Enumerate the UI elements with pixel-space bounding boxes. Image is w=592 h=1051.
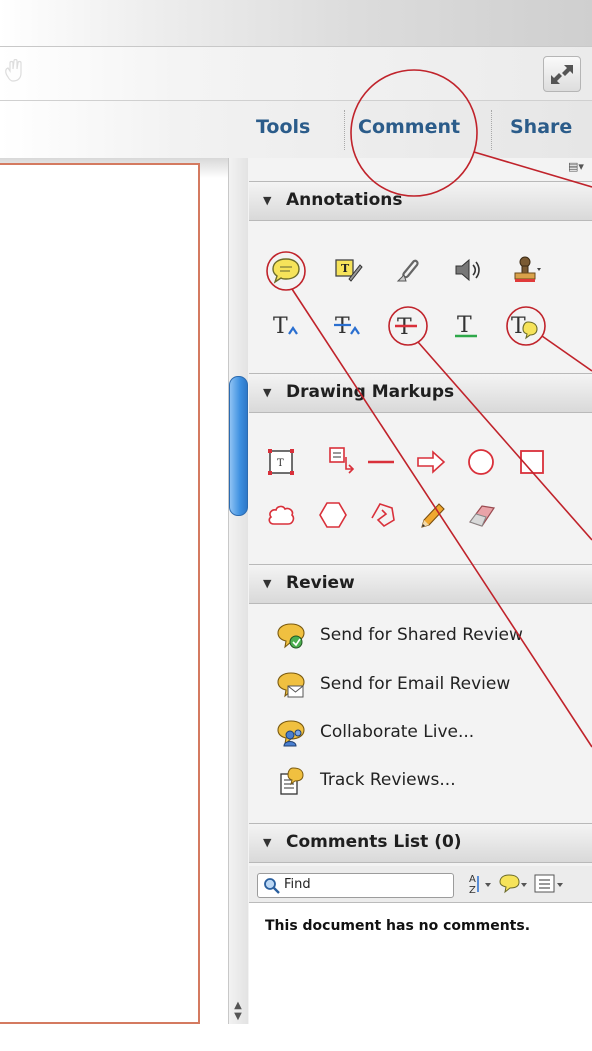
polygon-tool-icon[interactable] [318, 500, 348, 530]
find-label: Find [284, 877, 311, 892]
add-note-to-text-icon[interactable]: T [509, 311, 539, 341]
shared-review-icon [277, 623, 305, 649]
underline-text-icon[interactable]: T [452, 311, 482, 341]
comments-list-title: Comments List (0) [286, 832, 462, 852]
email-review-icon [277, 672, 305, 698]
collaborate-live-icon [277, 720, 305, 747]
arrow-tool-icon[interactable] [416, 447, 446, 477]
hand-tool-icon[interactable] [2, 59, 24, 83]
track-reviews-item[interactable]: Track Reviews... [276, 766, 586, 796]
review-item-label: Collaborate Live... [320, 722, 475, 742]
track-reviews-icon [280, 767, 304, 795]
eraser-tool-icon[interactable] [466, 500, 496, 530]
comments-list-header[interactable]: ▼ Comments List (0) [249, 823, 592, 863]
collapse-triangle-icon: ▼ [263, 194, 272, 207]
vertical-scrollbar[interactable] [228, 158, 250, 1024]
no-comments-message: This document has no comments. [265, 918, 531, 934]
document-page[interactable] [0, 163, 200, 1024]
insert-text-icon[interactable]: T [271, 311, 301, 341]
expand-icon [551, 65, 573, 84]
collapse-triangle-icon: ▼ [263, 386, 272, 399]
fullscreen-button[interactable] [543, 56, 581, 92]
svg-text:T: T [341, 262, 350, 275]
strikethrough-icon[interactable]: T [392, 311, 422, 341]
stamp-icon[interactable] [512, 255, 542, 285]
svg-text:T: T [397, 315, 412, 340]
text-box-icon[interactable]: T [266, 447, 296, 477]
collaborate-live-item[interactable]: Collaborate Live... [276, 718, 586, 748]
filter-comments-icon[interactable] [498, 872, 530, 896]
pencil-tool-icon[interactable] [417, 500, 447, 530]
svg-text:T: T [277, 458, 284, 469]
review-item-label: Send for Shared Review [320, 625, 523, 645]
rectangle-tool-icon[interactable] [517, 447, 547, 477]
collapse-triangle-icon: ▼ [263, 836, 272, 849]
window-titlebar [0, 0, 592, 46]
highlight-text-icon[interactable]: T [333, 255, 363, 285]
svg-text:A: A [469, 874, 476, 885]
record-audio-icon[interactable] [452, 255, 482, 285]
review-item-label: Send for Email Review [320, 674, 511, 694]
sort-comments-icon[interactable]: A Z [467, 872, 495, 896]
annotations-title: Annotations [286, 190, 403, 210]
svg-text:T: T [273, 314, 288, 339]
review-header[interactable]: ▼ Review [249, 564, 592, 604]
bottom-strip [0, 1024, 592, 1051]
scroll-down-arrow[interactable]: ▼ [230, 1011, 246, 1022]
polygon-lines-icon[interactable] [368, 500, 398, 530]
replace-text-icon[interactable]: T [333, 311, 363, 341]
svg-text:T: T [457, 313, 472, 338]
search-icon [264, 878, 280, 894]
sticky-note-icon[interactable] [271, 255, 301, 285]
review-item-label: Track Reviews... [320, 770, 456, 790]
send-email-review-item[interactable]: Send for Email Review [276, 670, 586, 700]
main-toolbar [0, 46, 592, 101]
oval-tool-icon[interactable] [466, 447, 496, 477]
line-tool-icon[interactable] [366, 447, 396, 477]
callout-icon[interactable] [327, 445, 357, 475]
tab-divider [491, 110, 492, 150]
scrollbar-thumb[interactable] [229, 376, 248, 516]
annotations-header[interactable]: ▼ Annotations [249, 181, 592, 221]
collapse-triangle-icon: ▼ [263, 577, 272, 590]
cloud-tool-icon[interactable] [266, 500, 296, 530]
drawing-markups-header[interactable]: ▼ Drawing Markups [249, 373, 592, 413]
find-field[interactable]: Find [257, 873, 454, 898]
tab-share[interactable]: Share [510, 116, 572, 138]
tab-comment[interactable]: Comment [358, 116, 460, 138]
drawing-markups-title: Drawing Markups [286, 382, 455, 402]
svg-text:T: T [335, 314, 350, 339]
attach-file-icon[interactable] [394, 255, 424, 285]
review-title: Review [286, 573, 355, 593]
send-shared-review-item[interactable]: Send for Shared Review [276, 621, 586, 651]
tab-tools[interactable]: Tools [256, 116, 310, 138]
comment-options-icon[interactable] [533, 872, 567, 896]
svg-text:Z: Z [469, 885, 476, 896]
tab-divider [344, 110, 345, 150]
scroll-up-arrow[interactable]: ▲ [230, 1000, 246, 1011]
panel-options-icon[interactable]: ▤▾ [568, 160, 584, 173]
